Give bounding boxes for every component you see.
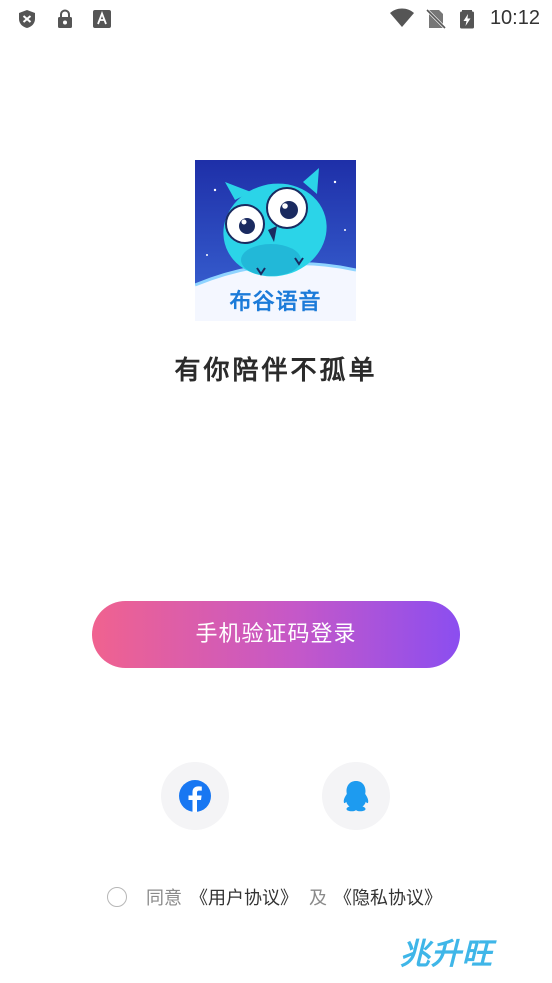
battery-charging-icon xyxy=(460,10,474,29)
user-agreement-link[interactable]: 《用户协议》 xyxy=(190,887,298,911)
clock: 10:12 xyxy=(489,7,540,29)
no-sim-icon xyxy=(426,9,446,29)
wifi-icon xyxy=(390,8,414,27)
privacy-policy-link[interactable]: 《隐私协议》 xyxy=(334,887,442,911)
facebook-icon xyxy=(179,780,211,812)
app-logo: 布谷语音 xyxy=(195,160,356,321)
shield-x-icon xyxy=(19,10,35,28)
slogan: 有你陪伴不孤单 xyxy=(174,356,378,386)
phone-login-button[interactable]: 手机验证码登录 xyxy=(92,601,460,668)
agreement-row: 同意 《用户协议》 及 《隐私协议》 xyxy=(0,885,552,913)
agree-radio[interactable] xyxy=(107,887,127,907)
agree-prefix: 同意 xyxy=(146,888,182,909)
qq-penguin-icon xyxy=(343,781,369,812)
agree-conjunction: 及 xyxy=(309,888,327,909)
font-a-icon xyxy=(93,10,111,28)
qq-login-button[interactable] xyxy=(322,762,390,830)
logo-brand-text: 布谷语音 xyxy=(229,290,322,315)
facebook-login-button[interactable] xyxy=(161,762,229,830)
lock-icon xyxy=(58,9,72,28)
watermark-logo: 兆升旺 xyxy=(400,937,493,972)
status-bar: 10:12 xyxy=(0,0,552,38)
